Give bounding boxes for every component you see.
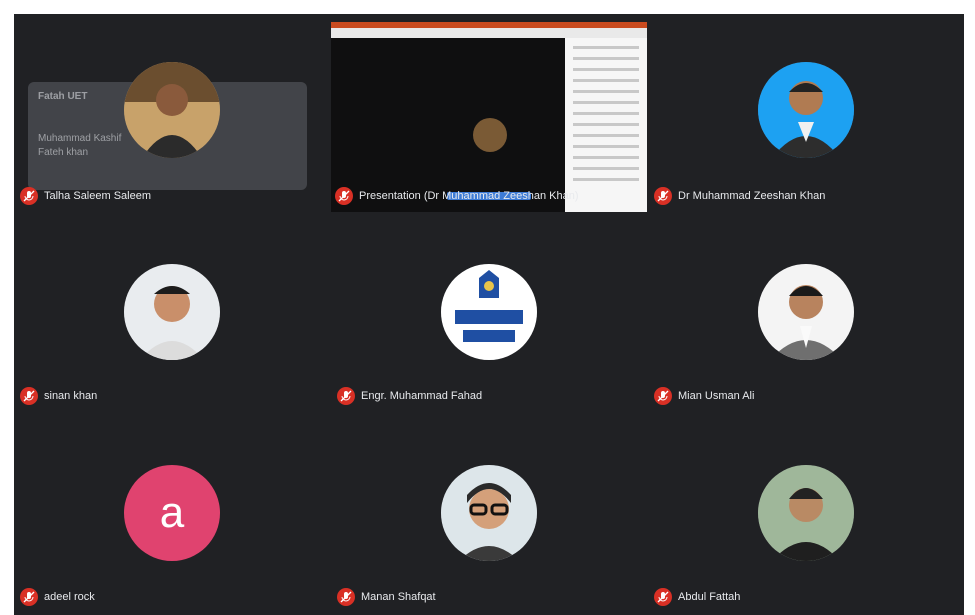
participant-tile[interactable]: Manan Shafqat: [331, 415, 647, 615]
participant-label: Talha Saleem Saleem: [20, 186, 151, 206]
participant-name: Mian Usman Ali: [678, 390, 755, 402]
avatar: [441, 264, 537, 360]
avatar: [441, 465, 537, 561]
presentation-name: Presentation (Dr Muhammad Zeeshan Khan): [359, 190, 579, 202]
participant-name: sinan khan: [44, 390, 98, 402]
participant-tile[interactable]: Engr. Muhammad Fahad: [331, 214, 647, 414]
participant-name: Abdul Fattah: [678, 591, 741, 603]
participant-tile[interactable]: Abdul Fattah: [648, 415, 964, 615]
mic-off-icon: [20, 387, 38, 405]
avatar: [124, 62, 220, 158]
shared-screen: [331, 22, 647, 212]
participant-label: Dr Muhammad Zeeshan Khan: [654, 186, 825, 206]
participant-label: adeel rock: [20, 587, 95, 607]
meeting-grid: Fatah UET Muhammad Kashif Fateh khan Tal…: [14, 14, 964, 615]
participant-label: Mian Usman Ali: [654, 386, 754, 406]
mic-off-icon: [20, 187, 38, 205]
mic-off-icon: [20, 588, 38, 606]
mic-off-icon: [335, 187, 353, 205]
mic-off-icon: [654, 187, 672, 205]
participant-tile[interactable]: sinan khan: [14, 214, 330, 414]
participant-tile[interactable]: a adeel rock: [14, 415, 330, 615]
participant-tile[interactable]: Mian Usman Ali: [648, 214, 964, 414]
mic-off-icon: [654, 588, 672, 606]
participant-label: Abdul Fattah: [654, 587, 740, 607]
presentation-tile[interactable]: Presentation (Dr Muhammad Zeeshan Khan): [331, 14, 647, 214]
avatar: [758, 62, 854, 158]
participant-name: Engr. Muhammad Fahad: [361, 390, 483, 402]
participant-tile[interactable]: Fatah UET Muhammad Kashif Fateh khan Tal…: [14, 14, 330, 214]
participant-name: Dr Muhammad Zeeshan Khan: [678, 190, 826, 202]
avatar: [758, 465, 854, 561]
mic-off-icon: [654, 387, 672, 405]
mic-off-icon: [337, 387, 355, 405]
mic-off-icon: [337, 588, 355, 606]
avatar: [758, 264, 854, 360]
participant-name: Talha Saleem Saleem: [44, 190, 152, 202]
participant-tile[interactable]: Dr Muhammad Zeeshan Khan: [648, 14, 964, 214]
participant-name: Manan Shafqat: [361, 591, 436, 603]
participant-label: Manan Shafqat: [337, 587, 436, 607]
avatar: a: [124, 465, 220, 561]
avatar: [124, 264, 220, 360]
participant-label: Engr. Muhammad Fahad: [337, 386, 482, 406]
participant-label: sinan khan: [20, 386, 97, 406]
participant-name: adeel rock: [44, 591, 95, 603]
participant-label: Presentation (Dr Muhammad Zeeshan Khan): [331, 186, 579, 206]
